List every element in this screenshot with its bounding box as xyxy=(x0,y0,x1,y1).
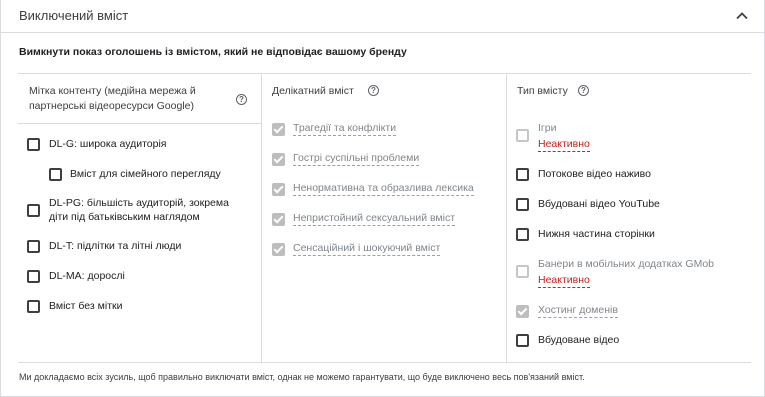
checkbox-checked-disabled xyxy=(272,213,285,226)
help-circle-icon[interactable]: ? xyxy=(578,85,589,96)
checkbox-label: Нижня частина сторінки xyxy=(538,228,655,240)
checkbox-label: DL-G: широка аудиторія xyxy=(49,138,167,150)
checkbox-checked-disabled xyxy=(516,305,529,318)
checkbox-checked-disabled xyxy=(272,243,285,256)
column-heading: Мітка контенту (медійна мережа й партнер… xyxy=(29,85,196,112)
excluded-content-panel: Виключений вміст Вимкнути показ оголошен… xyxy=(0,0,765,397)
checkbox-label: Потокове відео наживо xyxy=(538,168,651,180)
checkbox-disabled xyxy=(516,265,529,278)
checkbox[interactable] xyxy=(27,270,40,283)
checkbox-label: Вбудовані відео YouTube xyxy=(538,198,660,210)
checkbox-label-line2: діти під батьківським наглядом xyxy=(49,211,200,223)
column-header-sensitive: Делікатний вміст ? xyxy=(262,74,506,108)
content-type-column: Тип вмісту ? Ігри Неактивно Потокове від… xyxy=(507,74,751,362)
panel-title: Виключений вміст xyxy=(19,8,129,23)
help-circle-icon[interactable]: ? xyxy=(368,85,379,96)
panel-header[interactable]: Виключений вміст xyxy=(1,0,764,33)
chevron-up-icon[interactable] xyxy=(732,6,752,26)
inactive-status-link[interactable]: Неактивно xyxy=(538,138,590,152)
checkbox-checked-disabled xyxy=(272,123,285,136)
checkbox-checked-disabled xyxy=(272,153,285,166)
checkbox[interactable] xyxy=(27,240,40,253)
checkbox-label-line1: DL-PG: більшість аудиторій, зокрема xyxy=(49,197,229,209)
content-label-column: Мітка контенту (медійна мережа й партнер… xyxy=(18,74,262,362)
checkbox[interactable] xyxy=(516,228,529,241)
checkbox[interactable] xyxy=(516,198,529,211)
checkbox-label: Вміст без мітки xyxy=(49,300,123,312)
checkbox-label: DL-MA: дорослі xyxy=(49,270,125,282)
checkbox[interactable] xyxy=(27,138,40,151)
checkbox-label: Гострі суспільні проблеми xyxy=(293,152,420,166)
checkbox-label: Хостинг доменів xyxy=(538,304,618,318)
exclusion-table: Мітка контенту (медійна мережа й партнер… xyxy=(18,73,751,363)
column-heading: Делікатний вміст xyxy=(272,85,354,97)
checkbox[interactable] xyxy=(27,300,40,313)
checkbox-label: Банери в мобільних додатках GMob xyxy=(538,258,715,270)
checkbox-disabled xyxy=(516,129,529,142)
checkbox[interactable] xyxy=(27,204,40,217)
checkbox-label: Вміст для сімейного перегляду xyxy=(70,168,221,180)
checkbox[interactable] xyxy=(516,168,529,181)
disclaimer-text: Ми докладаємо всіх зусиль, щоб правильно… xyxy=(19,372,585,382)
help-circle-icon[interactable]: ? xyxy=(236,94,247,105)
sensitive-content-column: Делікатний вміст ? Трагедії та конфлікти… xyxy=(262,74,507,362)
checkbox-label: Непристойний сексуальний вміст xyxy=(293,212,456,226)
checkbox-checked-disabled xyxy=(272,183,285,196)
column-header-content-type: Тип вмісту ? xyxy=(507,74,751,108)
inactive-status-link[interactable]: Неактивно xyxy=(538,274,590,288)
checkbox-label: Ненормативна та образлива лексика xyxy=(293,182,474,196)
column-heading: Тип вмісту xyxy=(517,85,568,97)
checkbox-label: DL-T: підлітки та літні люди xyxy=(49,240,182,252)
column-header-content-label: Мітка контенту (медійна мережа й партнер… xyxy=(18,74,261,124)
checkbox-label: Сенсаційний і шокуючий вміст xyxy=(293,242,441,256)
checkbox-label: Вбудоване відео xyxy=(538,334,620,346)
checkbox-label: Ігри xyxy=(538,122,557,134)
checkbox[interactable] xyxy=(516,334,529,347)
section-subtitle: Вимкнути показ оголошень із вмістом, яки… xyxy=(19,46,407,58)
checkbox-label: Трагедії та конфлікти xyxy=(293,122,397,136)
checkbox[interactable] xyxy=(49,168,62,181)
